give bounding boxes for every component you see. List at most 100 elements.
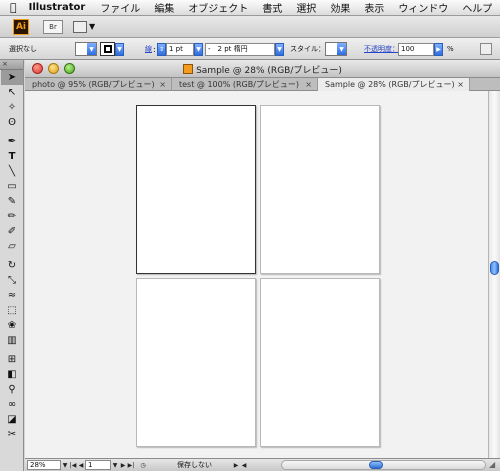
slice-tool-icon[interactable]: ✂ bbox=[1, 427, 23, 442]
document-title: Sample @ 28% (RGB/プレビュー) bbox=[196, 65, 342, 76]
rectangle-tool-icon[interactable]: ▭ bbox=[1, 179, 23, 194]
warp-tool-icon[interactable]: ≈ bbox=[1, 288, 23, 303]
arrange-documents-icon[interactable] bbox=[73, 20, 87, 33]
minimize-window-button[interactable] bbox=[48, 63, 59, 74]
chevron-down-icon[interactable]: ▼ bbox=[111, 460, 119, 470]
resize-handle-icon[interactable]: ◢ bbox=[489, 460, 499, 470]
document-titlebar[interactable]: Sample @ 28% (RGB/プレビュー) bbox=[25, 60, 500, 78]
eraser-tool-icon[interactable]: ▱ bbox=[1, 239, 23, 254]
rotate-tool-icon[interactable]: ↻ bbox=[1, 258, 23, 273]
lasso-tool-icon[interactable]: ʘ bbox=[1, 115, 23, 130]
menu-edit[interactable]: 編集 bbox=[154, 0, 174, 15]
close-icon[interactable]: × bbox=[159, 78, 166, 91]
chevron-down-icon[interactable]: ▼ bbox=[194, 42, 203, 56]
line-tool-icon[interactable]: ╲ bbox=[1, 164, 23, 179]
free-transform-tool-icon[interactable]: ⬚ bbox=[1, 303, 23, 318]
artboard-number-field[interactable]: 1 bbox=[85, 460, 111, 470]
selection-tool-icon[interactable]: ➤ bbox=[1, 70, 23, 85]
tab-label: Sample @ 28% (RGB/プレビュー) bbox=[325, 80, 455, 89]
eyedropper-tool-icon[interactable]: ⚲ bbox=[1, 382, 23, 397]
tab-label: photo @ 95% (RGB/プレビュー) bbox=[32, 80, 155, 89]
live-paint-tool-icon[interactable]: ◪ bbox=[1, 412, 23, 427]
stroke-color-swatch[interactable] bbox=[100, 42, 115, 56]
chevron-right-icon[interactable]: ▶ bbox=[434, 42, 443, 56]
zoom-field[interactable]: 28% bbox=[27, 460, 61, 470]
close-icon[interactable]: × bbox=[305, 78, 312, 91]
close-icon[interactable]: × bbox=[457, 78, 464, 91]
magic-wand-tool-icon[interactable]: ✧ bbox=[1, 100, 23, 115]
chevron-down-icon[interactable]: ▼ bbox=[337, 43, 346, 55]
menu-effect[interactable]: 効果 bbox=[330, 0, 350, 15]
status-bar: 28% ▼ |◀ ◀ 1 ▼ ▶ ▶| ◷ 保存しない ▶ ◀ ◢ bbox=[25, 458, 500, 471]
status-text: 保存しない bbox=[177, 461, 212, 469]
artboard-canvas[interactable] bbox=[25, 91, 488, 458]
first-artboard-icon[interactable]: |◀ bbox=[69, 460, 77, 470]
artboard-4[interactable] bbox=[260, 278, 380, 447]
fill-color-swatch[interactable]: ▼ bbox=[75, 42, 97, 56]
menu-file[interactable]: ファイル bbox=[100, 0, 140, 15]
previous-artboard-icon[interactable]: ◀ bbox=[77, 460, 85, 470]
graph-tool-icon[interactable]: ▥ bbox=[1, 333, 23, 348]
bridge-button[interactable]: Br bbox=[43, 19, 63, 34]
artboard-2[interactable] bbox=[260, 105, 380, 274]
pencil-tool-icon[interactable]: ✏ bbox=[1, 209, 23, 224]
scale-tool-icon[interactable]: ⤡ bbox=[1, 273, 23, 288]
chevron-down-icon[interactable]: ▼ bbox=[61, 460, 69, 470]
opacity-label[interactable]: 不透明度： bbox=[364, 44, 399, 54]
app-menu[interactable]: Illustrator bbox=[29, 2, 86, 13]
stroke-weight-field[interactable]: 1 pt bbox=[166, 42, 194, 56]
menu-view[interactable]: 表示 bbox=[364, 0, 384, 15]
menu-select[interactable]: 選択 bbox=[296, 0, 316, 15]
illustrator-logo-icon: Ai bbox=[13, 18, 29, 35]
control-bar: 選択なし ▼ ▼ 線 : ⇕ 1 pt ▼ - 2 pt 楕円 ▼ スタイル： … bbox=[0, 38, 500, 60]
menu-object[interactable]: オブジェクト bbox=[188, 0, 248, 15]
menu-bar:  Illustrator ファイル 編集 オブジェクト 書式 選択 効果 表示… bbox=[0, 0, 500, 16]
brush-definition-field[interactable]: - 2 pt 楕円 bbox=[205, 42, 275, 56]
graphic-style-swatch[interactable]: ▼ bbox=[325, 42, 347, 56]
application-bar: Ai Br ▼ bbox=[0, 16, 500, 38]
style-label: スタイル： bbox=[290, 45, 325, 53]
stepper-icon[interactable]: ⇕ bbox=[157, 42, 166, 56]
percent-sign: % bbox=[447, 45, 454, 53]
chevron-down-icon[interactable]: ▼ bbox=[275, 42, 284, 56]
menu-type[interactable]: 書式 bbox=[262, 0, 282, 15]
direct-selection-tool-icon[interactable]: ↖ bbox=[1, 85, 23, 100]
vertical-scrollbar[interactable] bbox=[488, 91, 500, 458]
tab-label: test @ 100% (RGB/プレビュー) bbox=[179, 80, 300, 89]
next-artboard-icon[interactable]: ▶ bbox=[119, 460, 127, 470]
vertical-scroll-thumb[interactable] bbox=[490, 261, 499, 275]
chevron-down-icon[interactable]: ▼ bbox=[115, 42, 124, 56]
chevron-left-icon[interactable]: ◀ bbox=[240, 460, 248, 470]
tab-photo[interactable]: photo @ 95% (RGB/プレビュー) × bbox=[25, 78, 172, 91]
symbol-sprayer-tool-icon[interactable]: ❀ bbox=[1, 318, 23, 333]
type-tool-icon[interactable]: T bbox=[1, 149, 23, 164]
artboard-1[interactable] bbox=[136, 105, 256, 274]
zoom-window-button[interactable] bbox=[64, 63, 75, 74]
status-menu-icon[interactable]: ◷ bbox=[139, 460, 147, 470]
horizontal-scroll-thumb[interactable] bbox=[369, 461, 383, 469]
menu-help[interactable]: ヘルプ bbox=[462, 0, 492, 15]
chevron-right-icon[interactable]: ▶ bbox=[232, 460, 240, 470]
chevron-down-icon[interactable]: ▼ bbox=[87, 43, 96, 55]
blob-brush-tool-icon[interactable]: ✐ bbox=[1, 224, 23, 239]
tools-panel-header[interactable]: × bbox=[0, 60, 23, 70]
panel-menu-icon[interactable] bbox=[480, 43, 492, 55]
close-window-button[interactable] bbox=[32, 63, 43, 74]
opacity-field[interactable]: 100 bbox=[398, 42, 434, 56]
close-icon[interactable]: × bbox=[2, 61, 9, 68]
gradient-tool-icon[interactable]: ◧ bbox=[1, 367, 23, 382]
last-artboard-icon[interactable]: ▶| bbox=[127, 460, 135, 470]
horizontal-scrollbar[interactable] bbox=[281, 460, 486, 470]
mesh-tool-icon[interactable]: ⊞ bbox=[1, 352, 23, 367]
menu-window[interactable]: ウィンドウ bbox=[398, 0, 448, 15]
tools-panel: × ➤ ↖ ✧ ʘ ✒ T ╲ ▭ ✎ ✏ ✐ ▱ ↻ ⤡ ≈ ⬚ ❀ ▥ ⊞ … bbox=[0, 60, 24, 471]
pen-tool-icon[interactable]: ✒ bbox=[1, 134, 23, 149]
blend-tool-icon[interactable]: ∞ bbox=[1, 397, 23, 412]
stroke-label[interactable]: 線 bbox=[145, 44, 152, 54]
apple-icon[interactable]:  bbox=[10, 1, 17, 14]
artboard-3[interactable] bbox=[136, 278, 256, 447]
tab-test[interactable]: test @ 100% (RGB/プレビュー) × bbox=[172, 78, 318, 91]
tab-sample[interactable]: Sample @ 28% (RGB/プレビュー) × bbox=[318, 78, 470, 91]
paintbrush-tool-icon[interactable]: ✎ bbox=[1, 194, 23, 209]
chevron-down-icon[interactable]: ▼ bbox=[89, 22, 95, 31]
